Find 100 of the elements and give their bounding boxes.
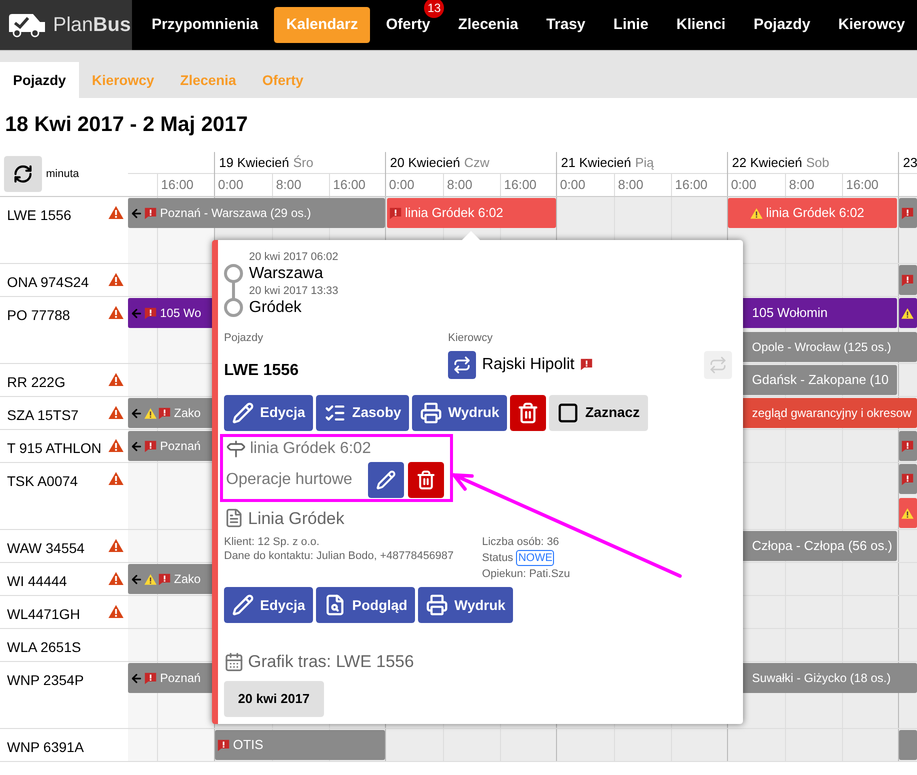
contact-text: Dane do kontaktu: Julian Bodo, +48778456987 [224,549,455,563]
day-date: 20 Kwiecień [390,154,460,172]
schedule-title: Grafik tras: LWE 1556 [248,651,414,673]
back-arrow-icon [130,572,143,586]
comment-alert-icon [901,274,914,286]
nav-item[interactable]: Zlecenia [446,7,530,43]
event-bar[interactable]: Poznań - Warszawa (29 os.) [128,198,385,228]
comment-alert-icon [901,206,914,220]
hour-label: 16:00 [161,176,194,194]
hour-label: 0:00 [731,176,756,194]
comment-alert-icon [580,358,594,371]
nav-item[interactable]: Przypomnienia [140,7,270,43]
event-title: linia Gródek 6:02 [766,204,864,222]
date-button[interactable]: 20 kwi 2017 [224,680,324,716]
status-label: Status [482,551,514,565]
nav-item[interactable]: Pojazdy [742,7,822,43]
event-title: Opole - Wrocław (125 os.) [752,339,892,356]
warning-icon [750,206,763,220]
operation-title: linia Gródek 6:02 [250,438,371,458]
delete-button[interactable] [510,394,546,430]
day-date: 23 [903,154,917,172]
event-bar[interactable]: linia Gródek 6:02 [728,198,897,228]
event-title: Zako [174,571,201,588]
edit-button[interactable]: Edycja [224,394,314,430]
day-date: 19 Kwiecień [219,154,290,172]
event-title: Poznań [160,670,201,687]
event-title: Zako [174,405,201,422]
comment-alert-icon [389,206,402,220]
nav-item[interactable]: Klienci [664,7,738,43]
print-button[interactable]: Wydruk [418,587,514,623]
stop-time: 20 kwi 2017 13:33 [249,284,338,298]
stop-place: Warszawa [249,264,324,284]
swap-driver-button[interactable] [448,350,476,378]
warning-icon [144,572,157,586]
trash-icon [517,402,540,424]
pencil-icon [232,594,254,616]
event-title: Poznań - Warszawa (29 os.) [160,205,311,222]
status-tag: NOWE [516,550,554,566]
print-button[interactable]: Wydruk [412,394,508,430]
back-arrow-icon [130,406,143,420]
event-bar[interactable]: OTIS [215,730,385,760]
back-arrow-icon [130,440,143,452]
event-title: Poznań [160,438,201,455]
vehicle-plate: LWE 1556 [7,206,72,225]
comment-alert-icon [144,306,157,320]
hour-label: 8:00 [447,176,472,194]
resources-button[interactable]: Zasoby [316,394,410,430]
printer-icon [426,594,448,616]
event-title: 105 Wo [160,305,202,322]
event-title: Gdańsk - Zakopane (10 [752,371,889,390]
comment-alert-icon [144,440,157,452]
preview-button[interactable]: Podgląd [316,587,416,623]
persons-text: Liczba osób: 36 [482,535,560,549]
hour-label: 16:00 [846,176,879,194]
driver-name: Rajski Hipolit [482,354,574,374]
delete-button[interactable] [408,462,444,498]
comment-alert-icon [158,572,171,586]
event-title: 105 Wołomin [752,304,828,322]
swap-icon [453,356,471,374]
day-weekday: Czw [464,154,490,172]
nav-item[interactable]: Kierowcy [826,7,917,43]
order-title: Linia Gródek [248,508,344,530]
hour-label: 8:00 [618,176,644,194]
document-search-icon [324,594,346,616]
refresh-icon [13,164,33,184]
edit-button[interactable]: Edycja [224,587,314,623]
select-button[interactable]: Zaznacz [549,394,648,430]
event-bar[interactable] [899,298,917,328]
client-text: Klient: 12 Sp. z o.o. [224,535,320,549]
event-title: zegląd gwarancyjny i okresow [752,405,912,422]
day-date: 21 Kwiecień [561,154,632,172]
sub-tab[interactable]: Pojazdy [0,62,79,98]
hour-label: 8:00 [276,176,302,194]
edit-button[interactable] [368,462,404,498]
checkbox-icon [557,402,580,424]
date-range-title: 18 Kwi 2017 - 2 Maj 2017 [5,112,248,138]
hour-label: 0:00 [218,176,244,194]
pencil-icon [376,470,396,490]
pencil-icon [232,402,254,424]
swap-icon [709,356,727,374]
event-bar[interactable]: linia Gródek 6:02 [387,198,556,228]
comment-alert-icon [901,472,914,486]
hour-label: 0:00 [560,176,586,194]
signpost-icon [226,438,246,458]
nav-item[interactable]: Trasy [534,7,598,43]
calendar-icon [224,652,244,672]
vehicle-plate: LWE 1556 [224,360,300,380]
vehicle-plate: WI 44444 [7,572,67,591]
back-arrow-icon [130,206,143,220]
comment-alert-icon [901,440,914,452]
back-arrow-icon [130,672,143,684]
hour-label: 8:00 [789,176,814,194]
vehicle-plate: PO 77788 [7,306,70,325]
comment-alert-icon [217,738,230,752]
field-label: Pojazdy [224,331,264,346]
nav-item[interactable]: Linie [601,7,660,43]
warning-icon [901,506,914,520]
comment-alert-icon [144,672,157,684]
logo-text: PlanBus [53,13,131,38]
refresh-button[interactable] [4,156,42,192]
